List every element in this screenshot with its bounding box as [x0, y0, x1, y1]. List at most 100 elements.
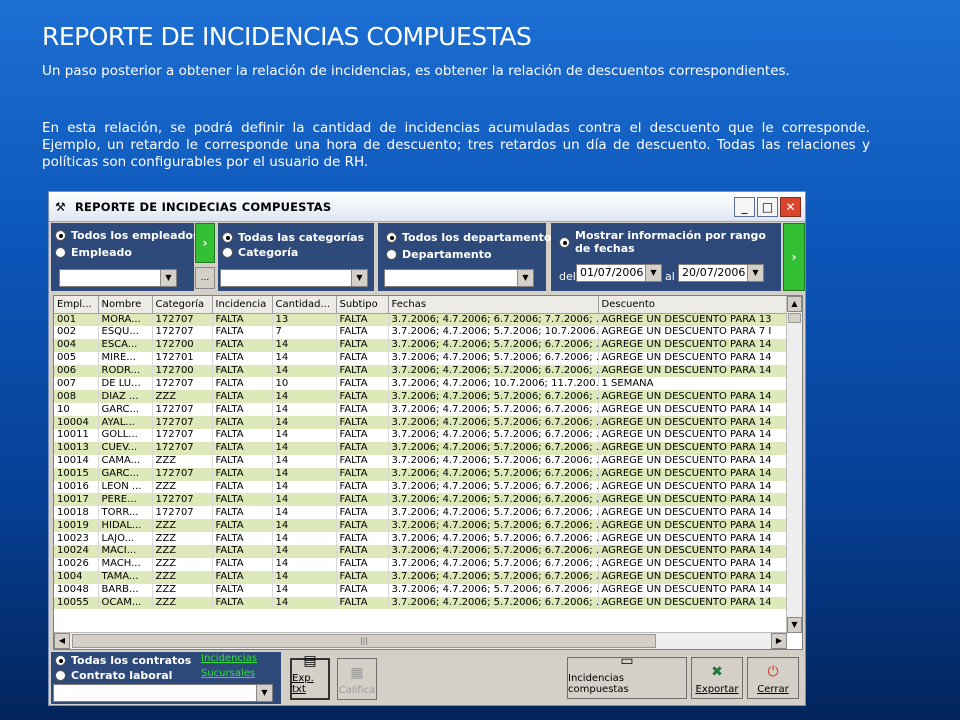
cerrar-button[interactable]: ⏻ Cerrar — [747, 657, 799, 699]
employee-filter-group: Todos los empleados Empleado ▼ — [51, 223, 200, 291]
dropdown-arrow-icon[interactable]: ▼ — [517, 270, 533, 286]
dropdown-arrow-icon[interactable]: ▼ — [256, 685, 272, 701]
table-row[interactable]: 10 GARC... 172707 FALTA 14 FALTA 3.7.2006; 4.7… — [54, 403, 788, 417]
incidencias-link[interactable]: Incidencias — [201, 653, 257, 664]
sucursales-link[interactable]: Sucursales — [201, 668, 255, 679]
table-row[interactable]: 1004 TAMA... ZZZ FALTA 14 FALTA 3.7.2006; 4.7.… — [54, 570, 788, 584]
table-row[interactable]: 007 DE LU... 172707 FALTA 10 FALTA 3.7.2006; 4… — [54, 377, 788, 391]
table-row[interactable]: 10013 CUEV... 172707 FALTA 14 FALTA 3.7.2006; … — [54, 441, 788, 455]
table-cell: 3.7.2006; 4.7.2006; 5.7.2006; 6.7.2006; … — [388, 480, 599, 494]
radio-department[interactable]: Departamento — [386, 248, 492, 261]
table-cell: FALTA — [212, 325, 273, 339]
scroll-down-icon[interactable]: ▼ — [787, 617, 802, 633]
table-row[interactable]: 10055 OCAM... ZZZ FALTA 14 FALTA 3.7.2006; 4.7… — [54, 596, 788, 610]
table-row[interactable]: 10004 AYAL... 172707 FALTA 14 FALTA 3.7.2006; … — [54, 416, 788, 430]
results-grid[interactable]: Empl... Nombre Categoría Incidencia Cantidad… — [53, 295, 803, 650]
table-row[interactable]: 10017 PERE... 172707 FALTA 14 FALTA 3.7.2006; … — [54, 493, 788, 507]
table-row[interactable]: 004 ESCA... 172700 FALTA 14 FALTA 3.7.2006; 4.… — [54, 338, 788, 352]
table-cell: 3.7.2006; 4.7.2006; 5.7.2006; 6.7.2006; … — [388, 467, 599, 481]
table-row[interactable]: 10048 BARB... ZZZ FALTA 14 FALTA 3.7.2006; 4.7… — [54, 583, 788, 597]
scroll-left-icon[interactable]: ◀ — [54, 633, 70, 649]
column-header[interactable]: Nombre — [98, 296, 153, 314]
maximize-button[interactable]: □ — [757, 197, 778, 217]
table-row[interactable]: 002 ESQU... 172707 FALTA 7 FALTA 3.7.2006; 4.7… — [54, 325, 788, 339]
radio-label: Todas los contratos — [71, 654, 192, 667]
table-row[interactable]: 10018 TORR... 172707 FALTA 14 FALTA 3.7.2006; … — [54, 506, 788, 520]
table-cell: 172707 — [152, 506, 213, 520]
table-cell: AGREGE UN DESCUENTO PARA 14 — [598, 454, 788, 468]
column-header[interactable]: Fechas — [388, 296, 599, 314]
table-row[interactable]: 001 MORA... 172707 FALTA 13 FALTA 3.7.2006; 4.… — [54, 313, 788, 326]
date-to-picker[interactable]: 20/07/2006 ▼ — [678, 264, 764, 282]
window-titlebar[interactable]: ⚒ REPORTE DE INCIDECIAS COMPUESTAS _ □ ✕ — [49, 192, 805, 222]
column-header[interactable]: Categoría — [152, 296, 213, 314]
contract-combo[interactable]: ▼ — [53, 684, 273, 702]
table-cell: 3.7.2006; 4.7.2006; 5.7.2006; 6.7.2006; … — [388, 403, 599, 417]
exportar-button[interactable]: ✖ Exportar — [691, 657, 743, 699]
dropdown-arrow-icon[interactable]: ▼ — [351, 270, 367, 286]
table-row[interactable]: 10019 HIDAL... ZZZ FALTA 14 FALTA 3.7.2006; 4.… — [54, 519, 788, 533]
to-label: al — [665, 270, 675, 283]
table-row[interactable]: 10014 CAMA... ZZZ FALTA 14 FALTA 3.7.2006; 4.7… — [54, 454, 788, 468]
table-cell: 172707 — [152, 416, 213, 430]
scroll-thumb-horizontal[interactable]: ||| — [72, 634, 656, 648]
table-cell: LAJO... — [98, 532, 153, 546]
table-row[interactable]: 005 MIRE... 172701 FALTA 14 FALTA 3.7.2006; 4.… — [54, 351, 788, 365]
table-row[interactable]: 008 DIAZ ... ZZZ FALTA 14 FALTA 3.7.2006; 4.7.… — [54, 390, 788, 404]
radio-all-contracts[interactable]: Todas los contratos — [55, 654, 191, 667]
table-cell: FALTA — [336, 377, 389, 391]
califica-button[interactable]: ▦ Califica — [337, 658, 377, 700]
table-row[interactable]: 10016 LEON ... ZZZ FALTA 14 FALTA 3.7.2006; 4.… — [54, 480, 788, 494]
table-cell: MACI... — [98, 545, 153, 558]
table-row[interactable]: 10026 MACH... ZZZ FALTA 14 FALTA 3.7.2006; 4.7… — [54, 557, 788, 571]
close-button[interactable]: ✕ — [780, 197, 801, 217]
radio-all-employees[interactable]: Todos los empleados — [55, 229, 200, 242]
minimize-button[interactable]: _ — [734, 197, 755, 217]
browse-button[interactable]: ... — [195, 267, 215, 289]
table-row[interactable]: 10024 MACI... ZZZ FALTA 14 FALTA 3.7.2006; 4.7… — [54, 545, 788, 558]
table-cell: ZZZ — [152, 570, 213, 584]
table-row[interactable]: 10011 GOLL... 172707 FALTA 14 FALTA 3.7.2006; … — [54, 429, 788, 442]
table-cell: 14 — [272, 519, 337, 533]
category-combo[interactable]: ▼ — [220, 269, 368, 287]
dropdown-arrow-icon[interactable]: ▼ — [160, 270, 176, 286]
horizontal-scrollbar[interactable]: ◀ ||| ▶ — [54, 632, 787, 649]
column-header[interactable]: Cantidad... — [272, 296, 337, 314]
column-header[interactable]: Empl... — [54, 296, 99, 314]
table-cell: FALTA — [212, 364, 273, 378]
apply-filters-button[interactable]: › — [783, 223, 805, 291]
dropdown-arrow-icon[interactable]: ▼ — [645, 265, 661, 281]
date-from-picker[interactable]: 01/07/2006 ▼ — [576, 264, 662, 282]
radio-labor-contract[interactable]: Contrato laboral — [55, 669, 172, 682]
radio-all-categories[interactable]: Todas las categorías — [222, 231, 364, 244]
scroll-right-icon[interactable]: ▶ — [771, 633, 787, 649]
table-cell: ZZZ — [152, 454, 213, 468]
table-cell: 14 — [272, 416, 337, 430]
column-header[interactable]: Subtipo — [336, 296, 389, 314]
incidencias-compuestas-button[interactable]: ▭ Incidencias compuestas — [567, 653, 687, 699]
dropdown-arrow-icon[interactable]: ▼ — [747, 265, 763, 281]
column-header[interactable]: Incidencia — [212, 296, 273, 314]
radio-all-departments[interactable]: Todos los departamentos — [386, 231, 558, 244]
intro-paragraph: Un paso posterior a obtener la relación … — [42, 63, 790, 79]
exportar-label: Exportar — [695, 684, 739, 695]
radio-dot — [55, 655, 66, 666]
table-row[interactable]: 10023 LAJO... ZZZ FALTA 14 FALTA 3.7.2006; 4.7… — [54, 532, 788, 546]
apply-employee-button[interactable]: › — [195, 223, 215, 263]
scroll-thumb[interactable] — [788, 313, 801, 323]
radio-category[interactable]: Categoría — [222, 246, 298, 259]
table-cell: FALTA — [212, 480, 273, 494]
department-combo[interactable]: ▼ — [384, 269, 534, 287]
column-header[interactable]: Descuento — [598, 296, 788, 314]
export-txt-button[interactable]: ▤ Exp. txt — [290, 653, 330, 700]
table-cell: 10024 — [54, 545, 99, 558]
radio-employee[interactable]: Empleado — [55, 246, 132, 259]
employee-combo[interactable]: ▼ — [59, 269, 177, 287]
scroll-up-icon[interactable]: ▲ — [787, 296, 802, 312]
vertical-scrollbar[interactable]: ▲ ▼ — [786, 296, 802, 633]
table-row[interactable]: 006 RODR... 172700 FALTA 14 FALTA 3.7.2006; 4.… — [54, 364, 788, 378]
radio-date-range[interactable]: Mostrar información por rango de fechas — [559, 229, 769, 255]
results-table: Empl... Nombre Categoría Incidencia Cantidad… — [54, 296, 788, 610]
table-cell: 3.7.2006; 4.7.2006; 5.7.2006; 6.7.2006; … — [388, 583, 599, 597]
table-row[interactable]: 10015 GARC... 172707 FALTA 14 FALTA 3.7.2006; … — [54, 467, 788, 481]
